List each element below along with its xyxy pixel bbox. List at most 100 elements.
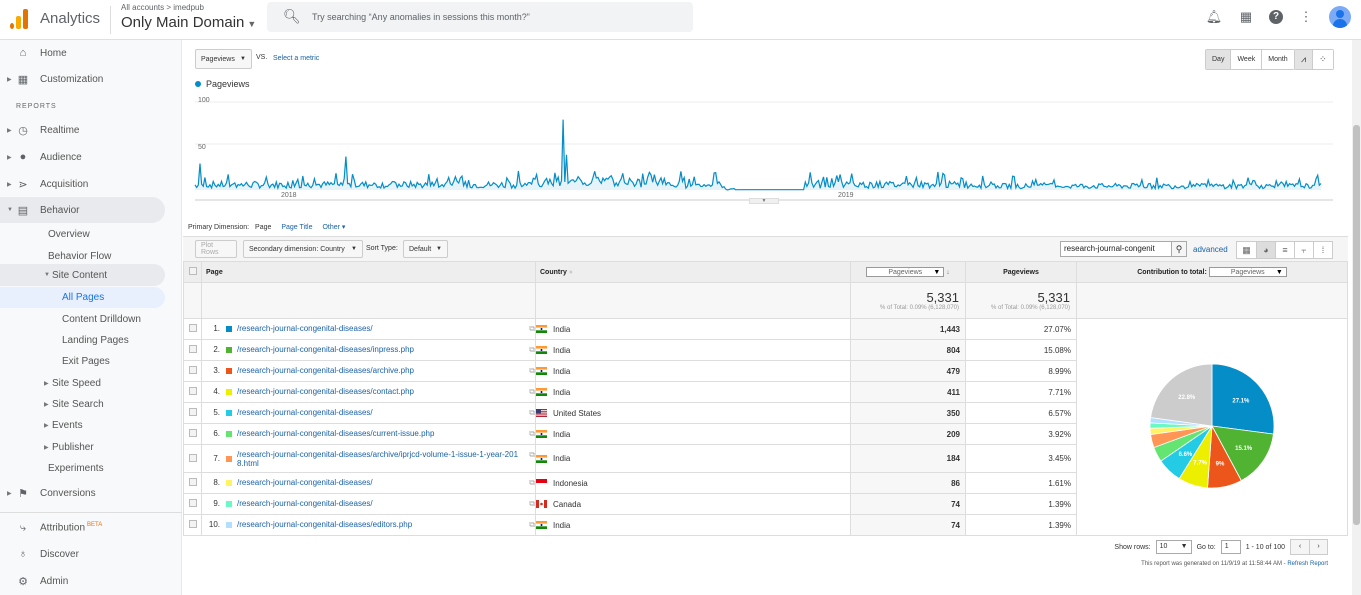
page-link[interactable]: /research-journal-congenital-diseases/ar… [237,450,522,468]
search-input[interactable]: 🔍︎ Try searching “Any anomalies in sessi… [267,2,693,32]
external-link-icon[interactable]: ⧉ [529,429,535,439]
sidebar-item-exit-pages[interactable]: Exit Pages [0,351,165,372]
account-breadcrumb[interactable]: All accounts > imedpub [121,3,204,12]
page-link[interactable]: /research-journal-congenital-diseases/ [237,478,373,487]
sidebar-item-admin[interactable]: ⚙ Admin [0,568,165,594]
col-page[interactable]: Page [201,261,536,283]
page-link[interactable]: /research-journal-congenital-diseases/ [237,499,373,508]
table-filter-input[interactable]: research-journal-congenit [1060,241,1172,257]
dimension-page-title[interactable]: Page Title [281,224,312,231]
row-color-swatch [226,367,232,374]
dimension-page[interactable]: Page [255,224,271,231]
performance-view-icon[interactable]: ≡ [1275,242,1294,258]
plot-rows-button[interactable]: Plot Rows [195,240,237,258]
sidebar-item-discover[interactable]: ♁ Discover [0,541,165,567]
page-link[interactable]: /research-journal-congenital-diseases/in… [237,345,414,354]
external-link-icon[interactable]: ⧉ [529,450,535,459]
contribution-select[interactable]: Pageviews ▼ [1208,267,1287,277]
page-link[interactable]: /research-journal-congenital-diseases/ [237,324,373,333]
sidebar-item-acquisition[interactable]: ▶ ⋗ Acquisition [0,171,165,197]
property-selector[interactable]: Only Main Domain ▼ [121,14,256,31]
table-view-icon[interactable]: ▦ [1237,242,1256,258]
sidebar-item-attribution[interactable]: ⤷ Attribution BETA [0,515,165,541]
advanced-filter-link[interactable]: advanced [1193,245,1228,254]
sidebar-item-events[interactable]: ▶ Events [0,415,165,436]
row-checkbox[interactable] [188,387,197,395]
sidebar-item-all-pages[interactable]: All Pages [0,287,165,308]
month-button[interactable]: Month [1261,50,1294,69]
sidebar-item-landing-pages[interactable]: Landing Pages [0,330,165,351]
sidebar-item-site-search[interactable]: ▶ Site Search [0,394,165,415]
external-link-icon[interactable]: ⧉ [529,499,535,509]
page-link[interactable]: /research-journal-congenital-diseases/cu… [237,429,434,438]
row-index: 8. [213,478,220,487]
col-country[interactable]: Country ● [535,261,851,283]
row-checkbox[interactable] [188,520,197,528]
goto-page-input[interactable]: 1 [1220,540,1241,554]
search-icon[interactable]: ⚲ [1171,241,1187,257]
chart-resize-handle[interactable]: ▼ [749,198,779,204]
attribution-icon: ⤷ [19,521,27,534]
pie-view-icon[interactable]: ◕ [1256,242,1275,258]
secondary-dimension-select[interactable]: Secondary dimension: Country ▼ [243,240,363,258]
external-link-icon[interactable]: ⧉ [529,324,535,334]
sidebar-item-experiments[interactable]: Experiments [0,458,165,479]
row-checkbox[interactable] [188,429,197,437]
apps-grid-icon[interactable]: ▦ [1237,9,1255,25]
chart-type-toggle: ⩘ ⁘ [1294,49,1334,70]
page-link[interactable]: /research-journal-congenital-diseases/ar… [237,366,414,375]
row-checkbox[interactable] [188,408,197,416]
week-button[interactable]: Week [1230,50,1262,69]
sidebar-item-site-speed[interactable]: ▶ Site Speed [0,373,165,394]
page-scrollbar[interactable] [1352,40,1361,595]
sidebar-item-audience[interactable]: ▶ ● Audience [0,144,165,170]
row-checkbox[interactable] [188,499,197,507]
sidebar-item-customization[interactable]: ▶ ▦ Customization [0,66,165,92]
avatar[interactable] [1329,6,1351,28]
metric-selector[interactable]: Pageviews ▼ [195,49,252,69]
select-metric-link[interactable]: Select a metric [273,55,319,62]
row-checkbox[interactable] [188,366,197,374]
sidebar-item-content-drilldown[interactable]: Content Drilldown [0,309,165,330]
show-rows-select[interactable]: 10 ▼ [1155,540,1192,554]
day-button[interactable]: Day [1206,50,1231,69]
page-link[interactable]: /research-journal-congenital-diseases/ [237,408,373,417]
metric-column-select[interactable]: Pageviews ▼ [866,267,945,277]
help-icon[interactable]: ? [1269,10,1283,24]
sidebar-item-publisher[interactable]: ▶ Publisher [0,437,165,458]
sidebar-item-behavior[interactable]: ▼ ▤ Behavior [0,197,165,223]
sidebar-item-home[interactable]: ⌂ Home [0,40,165,66]
bell-icon[interactable]: 🔔︎ [1205,9,1223,25]
row-checkbox[interactable] [188,478,197,486]
external-link-icon[interactable]: ⧉ [529,387,535,397]
comparison-view-icon[interactable]: ⫟ [1294,242,1313,258]
more-vert-icon[interactable]: ⋮ [1297,9,1315,25]
next-page-icon[interactable]: › [1309,540,1327,554]
sort-type-select[interactable]: Default ▼ [403,240,448,258]
external-link-icon[interactable]: ⧉ [529,408,535,418]
sidebar-item-conversions[interactable]: ▶ ⚑ Conversions [0,480,165,506]
external-link-icon[interactable]: ⧉ [529,366,535,376]
row-checkbox[interactable] [188,453,197,462]
row-checkbox[interactable] [188,324,197,332]
chevron-down-icon: ▼ [436,246,442,252]
refresh-report-link[interactable]: Refresh Report [1287,561,1328,567]
dimension-other[interactable]: Other ▾ [322,224,345,231]
page-link[interactable]: /research-journal-congenital-diseases/co… [237,387,414,396]
prev-page-icon[interactable]: ‹ [1291,540,1309,554]
external-link-icon[interactable]: ⧉ [529,478,535,488]
sidebar-item-realtime[interactable]: ▶ ◷ Realtime [0,117,165,143]
sidebar-item-site-content[interactable]: ▼ Site Content [0,264,165,286]
external-link-icon[interactable]: ⧉ [529,520,535,530]
select-all-checkbox[interactable] [188,267,197,275]
sort-arrow-icon[interactable]: ↓ [946,269,950,276]
line-chart-icon[interactable]: ⩘ [1295,50,1313,69]
row-checkbox[interactable] [188,345,197,353]
page-link[interactable]: /research-journal-congenital-diseases/ed… [237,520,412,529]
term-cloud-view-icon[interactable]: ⁞ [1313,242,1332,258]
col-pageviews[interactable]: Pageviews [965,261,1077,283]
pageviews-percent: 7.71% [965,381,1077,403]
motion-chart-icon[interactable]: ⁘ [1312,50,1333,69]
scrollbar-thumb[interactable] [1353,125,1360,525]
external-link-icon[interactable]: ⧉ [529,345,535,355]
